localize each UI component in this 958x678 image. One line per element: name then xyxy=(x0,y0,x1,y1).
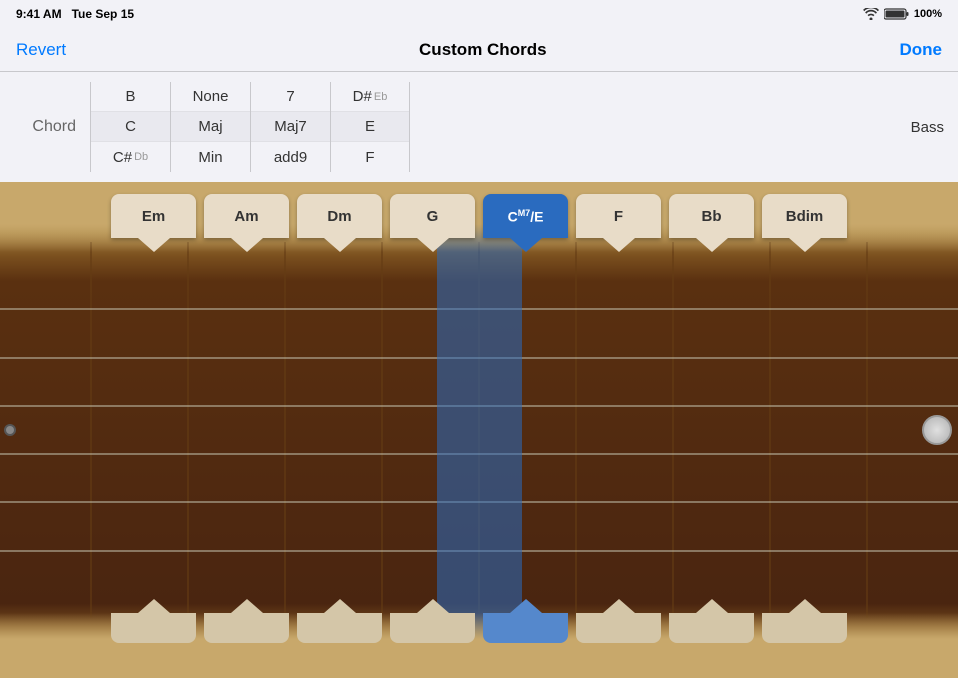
page-title: Custom Chords xyxy=(419,40,547,60)
bottom-peg-bb xyxy=(669,613,754,643)
picker-col-bass-note: D# Eb E F xyxy=(330,82,410,172)
wifi-icon xyxy=(863,8,879,20)
bottom-peg-cm7e xyxy=(483,613,568,643)
picker-cell[interactable]: Maj xyxy=(171,112,250,142)
chord-button-em[interactable]: Em xyxy=(111,194,196,252)
picker-cell[interactable]: None xyxy=(171,82,250,112)
chord-picker: Chord B C C# Db None Maj Min 7 Maj7 add9… xyxy=(0,72,958,182)
picker-columns: B C C# Db None Maj Min 7 Maj7 add9 D# Eb… xyxy=(90,82,897,172)
picker-cell[interactable]: B xyxy=(91,82,170,112)
chord-button-g[interactable]: G xyxy=(390,194,475,252)
revert-button[interactable]: Revert xyxy=(16,40,66,60)
nav-bar: Revert Custom Chords Done xyxy=(0,28,958,72)
bottom-pegs-row xyxy=(0,613,958,678)
chord-btn-label: Am xyxy=(234,208,258,225)
chord-btn-label: Dm xyxy=(327,208,351,225)
picker-cell[interactable]: D# Eb xyxy=(331,82,409,112)
picker-cell[interactable]: C xyxy=(91,112,170,142)
bottom-peg-em xyxy=(111,613,196,643)
chord-label: Chord xyxy=(0,82,90,172)
bottom-peg-bdim xyxy=(762,613,847,643)
picker-cell[interactable]: E xyxy=(331,112,409,142)
chord-btn-label: G xyxy=(427,208,439,225)
chord-button-bb[interactable]: Bb xyxy=(669,194,754,252)
chord-buttons-row: Em Am Dm G CM7/E F xyxy=(0,182,958,252)
chord-button-dm[interactable]: Dm xyxy=(297,194,382,252)
status-right: 100% xyxy=(863,8,942,20)
bottom-peg-f xyxy=(576,613,661,643)
picker-cell[interactable]: 7 xyxy=(251,82,330,112)
bottom-peg-am xyxy=(204,613,289,643)
battery-label: 100% xyxy=(914,8,942,20)
guitar-area: Em Am Dm G CM7/E F xyxy=(0,182,958,678)
picker-cell[interactable]: Min xyxy=(171,142,250,172)
picker-cell[interactable]: C# Db xyxy=(91,142,170,172)
chord-btn-label: CM7/E xyxy=(508,208,544,225)
done-button[interactable]: Done xyxy=(899,40,942,60)
chord-button-cm7e[interactable]: CM7/E xyxy=(483,194,568,252)
chord-btn-label: Em xyxy=(142,208,165,225)
status-date: Tue Sep 15 xyxy=(72,7,134,21)
chord-btn-label: Bb xyxy=(702,208,722,225)
picker-cell[interactable]: add9 xyxy=(251,142,330,172)
picker-cell[interactable]: F xyxy=(331,142,409,172)
picker-col-extension: 7 Maj7 add9 xyxy=(250,82,330,172)
chord-button-f[interactable]: F xyxy=(576,194,661,252)
chord-btn-label: F xyxy=(614,208,623,225)
bottom-peg-dm xyxy=(297,613,382,643)
bass-label: Bass xyxy=(897,82,958,172)
status-bar: 9:41 AM Tue Sep 15 100% xyxy=(0,0,958,28)
picker-col-root: B C C# Db xyxy=(90,82,170,172)
picker-col-quality: None Maj Min xyxy=(170,82,250,172)
bottom-peg-g xyxy=(390,613,475,643)
chord-btn-label: Bdim xyxy=(786,208,824,225)
chord-button-am[interactable]: Am xyxy=(204,194,289,252)
battery-icon xyxy=(884,8,909,20)
chord-button-bdim[interactable]: Bdim xyxy=(762,194,847,252)
status-time: 9:41 AM xyxy=(16,7,62,21)
picker-cell[interactable]: Maj7 xyxy=(251,112,330,142)
